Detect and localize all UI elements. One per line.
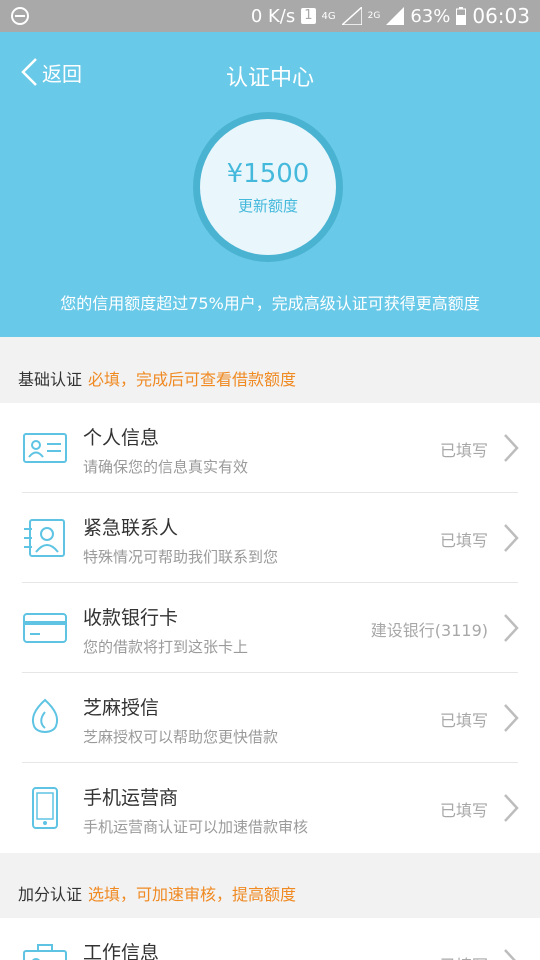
item-title: 紧急联系人 (83, 517, 179, 539)
item-title: 芝麻授信 (83, 697, 160, 719)
battery-level: 63% (410, 5, 451, 27)
item-subtitle: 您的借款将打到这张卡上 (83, 638, 249, 656)
item-text: 紧急联系人 特殊情况可帮助我们联系到您 (83, 513, 278, 567)
chevron-right-icon (504, 524, 519, 552)
credit-hero: 返回 认证中心 ¥1500 更新额度 您的信用额度超过75%用户，完成高级认证可… (0, 32, 540, 337)
chevron-right-icon (504, 434, 519, 462)
signal-2-icon (386, 7, 405, 25)
bonus-section-header: 加分认证 选填，可加速审核，提高额度 (0, 860, 540, 926)
chevron-right-icon (504, 704, 519, 732)
chevron-right-icon (504, 794, 519, 822)
item-text: 收款银行卡 您的借款将打到这张卡上 (83, 603, 248, 657)
item-status: 已填写 (439, 711, 488, 730)
sesame-icon (31, 698, 59, 733)
list-item-work-info[interactable]: 工作信息 已填写 (0, 918, 540, 960)
chevron-right-icon (504, 614, 519, 642)
bank-card-icon (23, 613, 67, 643)
contact-icon (24, 519, 65, 557)
update-credit-link[interactable]: 更新额度 (238, 195, 298, 216)
page-title: 认证中心 (225, 66, 314, 91)
item-subtitle: 芝麻授权可以帮助您更快借款 (83, 728, 279, 746)
chevron-right-icon (504, 949, 516, 960)
basic-section-title: 基础认证 (18, 370, 83, 389)
item-subtitle: 特殊情况可帮助我们联系到您 (83, 548, 279, 566)
item-title: 收款银行卡 (83, 607, 179, 629)
basic-cert-list: 个人信息 请确保您的信息真实有效 已填写 紧急联系人 特殊情况可帮助我们联系到您… (0, 403, 540, 853)
status-bar: 0 K/s 1 4G 2G 63% 06:03 (0, 0, 540, 32)
item-status: 已填写 (439, 531, 488, 550)
item-status: 已填写 (439, 441, 488, 460)
credit-amount: ¥1500 (226, 158, 310, 189)
item-text: 芝麻授信 芝麻授权可以帮助您更快借款 (83, 693, 278, 747)
basic-section-header: 基础认证 必填，完成后可查看借款额度 (0, 345, 540, 411)
work-icon (23, 944, 67, 960)
item-subtitle: 手机运营商认证可以加速借款审核 (83, 818, 309, 836)
network-type: 4G (321, 10, 336, 22)
item-title: 工作信息 (83, 942, 160, 960)
item-text: 工作信息 (83, 938, 159, 960)
phone-icon (32, 787, 58, 829)
net-speed: 0 K/s (250, 5, 296, 27)
sim-icon: 1 (301, 8, 316, 24)
battery-icon (456, 7, 467, 25)
list-item-bank-card[interactable]: 收款银行卡 您的借款将打到这张卡上 建设银行(3119) (0, 583, 540, 673)
credit-amount-inner: ¥1500 更新额度 (200, 119, 336, 255)
item-text: 个人信息 请确保您的信息真实有效 (83, 423, 248, 477)
item-subtitle: 请确保您的信息真实有效 (83, 458, 249, 476)
item-status: 已填写 (440, 952, 488, 960)
id-card-icon (23, 433, 67, 463)
dnd-icon (11, 7, 29, 25)
signal-icon (341, 7, 362, 25)
list-item-sesame-credit[interactable]: 芝麻授信 芝麻授权可以帮助您更快借款 已填写 (0, 673, 540, 763)
bonus-cert-list: 工作信息 已填写 (0, 918, 540, 960)
bonus-section-title: 加分认证 (18, 885, 83, 904)
network-2g: 2G (367, 11, 381, 21)
item-title: 手机运营商 (83, 787, 179, 809)
item-title: 个人信息 (83, 427, 160, 449)
list-item-mobile-carrier[interactable]: 手机运营商 手机运营商认证可以加速借款审核 已填写 (0, 763, 540, 853)
clock: 06:03 (472, 4, 530, 28)
item-text: 手机运营商 手机运营商认证可以加速借款审核 (83, 783, 308, 837)
credit-amount-ring[interactable]: ¥1500 更新额度 (193, 112, 343, 262)
credit-description: 您的信用额度超过75%用户，完成高级认证可获得更高额度 (60, 294, 480, 313)
item-status: 建设银行(3119) (370, 621, 488, 640)
basic-section-note: 必填，完成后可查看借款额度 (88, 370, 297, 389)
item-status: 已填写 (439, 801, 488, 820)
list-item-personal-info[interactable]: 个人信息 请确保您的信息真实有效 已填写 (0, 403, 540, 493)
list-item-emergency-contact[interactable]: 紧急联系人 特殊情况可帮助我们联系到您 已填写 (0, 493, 540, 583)
bonus-section-note: 选填，可加速审核，提高额度 (88, 885, 297, 904)
